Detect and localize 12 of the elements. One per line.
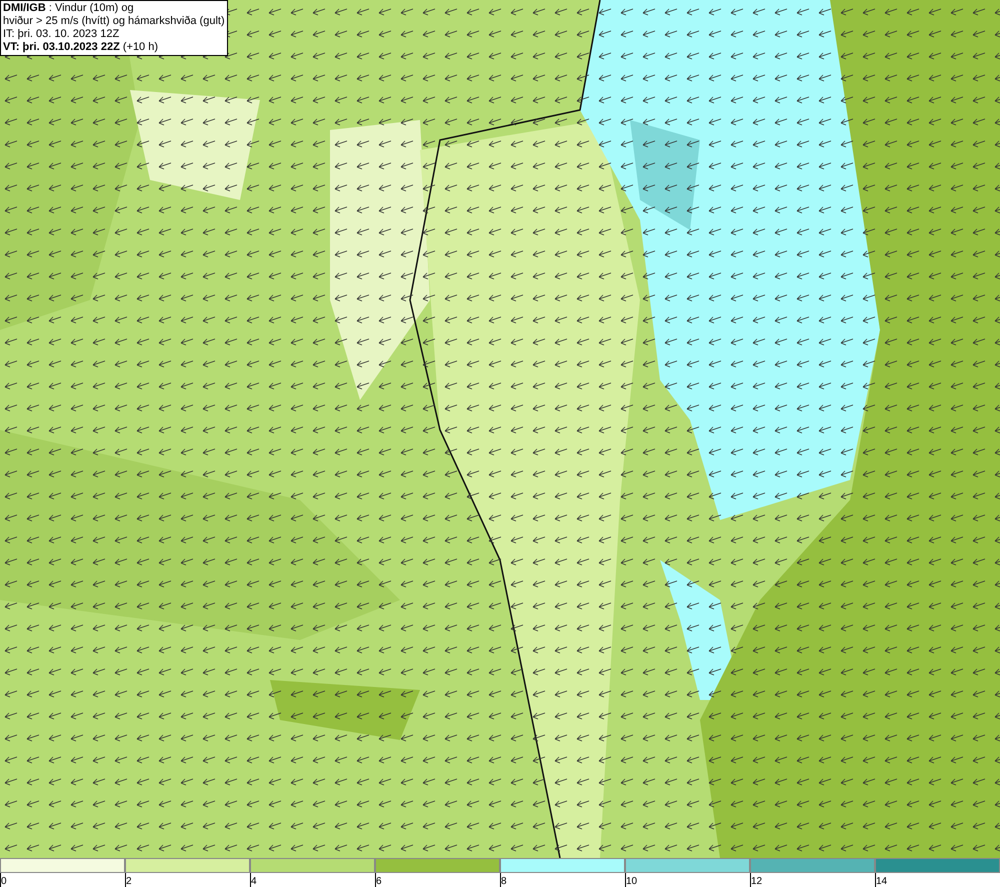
legend-label: 6	[376, 876, 382, 887]
info-text: VT: þri. 03.10.2023 22Z (+10 h)	[3, 41, 160, 54]
legend-label: 10	[626, 876, 638, 887]
legend-label: 2	[126, 876, 132, 887]
legend-label: 12	[751, 876, 762, 887]
info-text: hviður > 25 m/s (hvítt) og hámarkshviða (gult)	[3, 15, 225, 28]
legend-label: 0	[1, 876, 7, 887]
info-text: DMI/IGB : Vindur (10m) og	[3, 2, 135, 15]
legend-label: 14	[876, 876, 888, 887]
legend-label: 8	[501, 876, 507, 887]
legend-label: 4	[251, 876, 257, 887]
info-text: IT: þri. 03. 10. 2023 12Z	[3, 28, 120, 41]
